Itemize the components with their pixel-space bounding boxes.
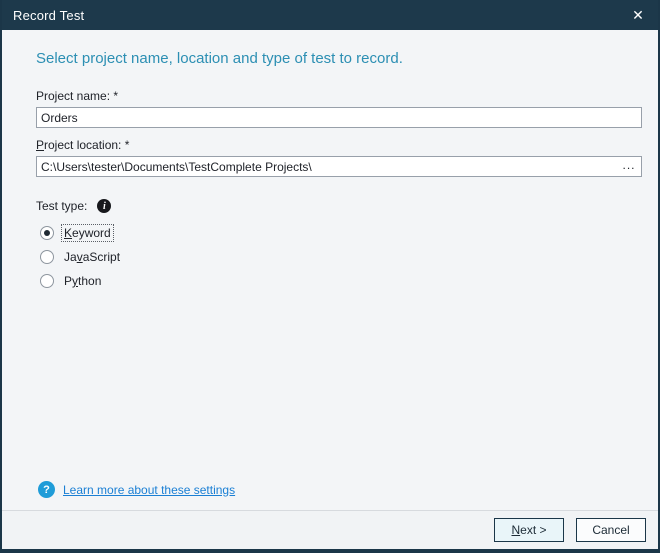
close-icon[interactable]: ✕ — [618, 0, 658, 30]
radio-javascript-label: JavaScript — [61, 248, 123, 266]
next-button[interactable]: Next > — [494, 518, 564, 542]
test-type-label: Test type: — [36, 199, 87, 213]
cancel-button[interactable]: Cancel — [576, 518, 646, 542]
dialog-content: Select project name, location and type o… — [2, 30, 658, 510]
browse-ellipsis-icon[interactable]: ... — [617, 158, 641, 176]
radio-keyword-label: Keyword — [61, 224, 114, 242]
content-spacer — [36, 291, 642, 481]
dialog-titlebar: Record Test ✕ — [2, 0, 658, 30]
project-name-field-shell — [36, 107, 642, 128]
help-row: ? Learn more about these settings — [38, 481, 642, 498]
radio-python[interactable]: Python — [40, 271, 642, 291]
project-name-input[interactable] — [37, 108, 641, 127]
radio-javascript[interactable]: JavaScript — [40, 247, 642, 267]
dialog-title: Record Test — [13, 8, 84, 23]
project-location-field-shell: ... — [36, 156, 642, 177]
record-test-dialog: Record Test ✕ Select project name, locat… — [0, 0, 660, 553]
info-icon[interactable]: i — [97, 199, 111, 213]
radio-keyword[interactable]: Keyword — [40, 223, 642, 243]
radio-circle-icon — [40, 226, 54, 240]
help-question-icon[interactable]: ? — [38, 481, 55, 498]
learn-more-link[interactable]: Learn more about these settings — [63, 483, 235, 497]
project-location-label: Project location: * — [36, 138, 642, 152]
test-type-header: Test type: i — [36, 199, 642, 213]
project-name-label: Project name: * — [36, 89, 642, 103]
dialog-heading: Select project name, location and type o… — [36, 50, 642, 67]
radio-python-label: Python — [61, 272, 104, 290]
radio-circle-icon — [40, 250, 54, 264]
dialog-footer: Next > Cancel — [2, 510, 658, 549]
radio-circle-icon — [40, 274, 54, 288]
project-location-input[interactable] — [37, 157, 617, 176]
